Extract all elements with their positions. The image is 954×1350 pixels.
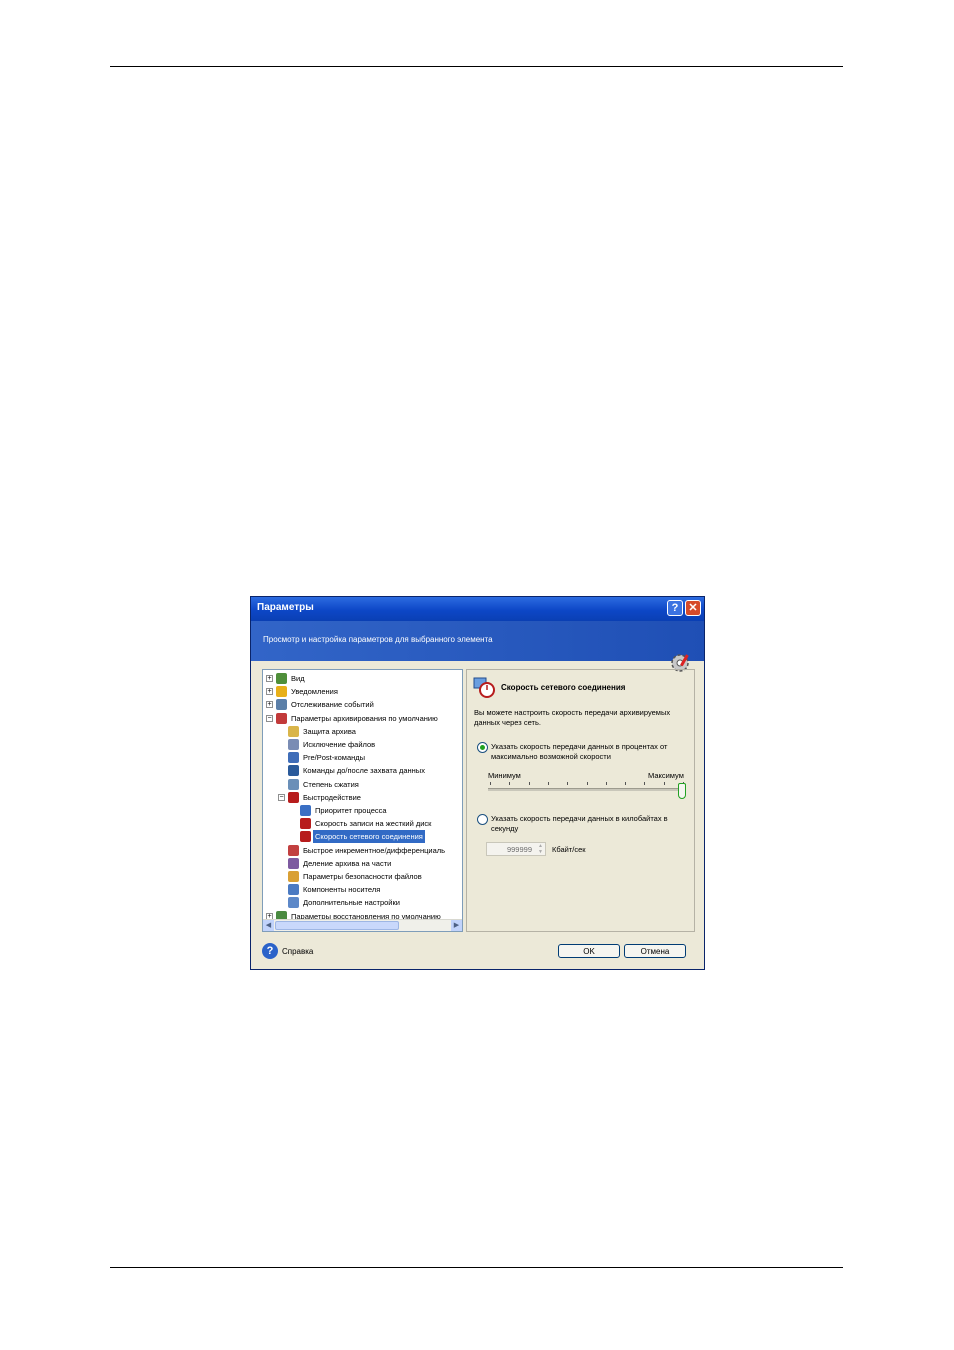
collapse-icon[interactable]: −: [266, 714, 273, 722]
banner-text: Просмотр и настройка параметров для выбр…: [263, 635, 493, 644]
dialog-banner: Просмотр и настройка параметров для выбр…: [251, 621, 704, 672]
slider-tick: [567, 782, 569, 785]
tree-horizontal-scrollbar[interactable]: ◀ ▶: [263, 919, 462, 931]
tree-item-icon: [276, 673, 287, 684]
tree-item-icon: [288, 765, 299, 777]
tree-item-label: Отслеживание событий: [291, 700, 374, 710]
tree-item-icon: [276, 699, 287, 711]
tree-item-icon: [300, 818, 311, 830]
tree-item-label: Скорость сетевого соединения: [313, 830, 425, 844]
slider-tick: [586, 782, 588, 785]
expand-icon[interactable]: +: [266, 688, 273, 696]
tree-item-label: Pre/Post-команды: [303, 753, 366, 763]
tree-item-label: Быстродействие: [303, 792, 361, 802]
tree-item-label: Вид: [291, 674, 305, 683]
tree-item-icon: [288, 778, 299, 790]
network-speed-icon: [473, 677, 495, 698]
tree-item-label: Исключение файлов: [303, 740, 376, 749]
tree-item-label: Степень сжатия: [303, 779, 359, 789]
tree-item-icon: [288, 897, 299, 909]
options-dialog: Параметры ? ✕ Просмотр и настройка парам…: [250, 596, 705, 970]
tree-item-icon: [300, 805, 311, 816]
network-speed-panel: Скорость сетевого соединения Вы можете н…: [466, 669, 695, 932]
ok-button[interactable]: OK: [558, 944, 620, 958]
slider-max-label: Максимум: [648, 771, 684, 780]
scroll-left-icon[interactable]: ◀: [263, 920, 274, 931]
kbps-speed-radio[interactable]: [477, 814, 488, 825]
slider-tick: [547, 782, 549, 785]
tree-item-label: Параметры безопасности файлов: [303, 872, 422, 881]
tree-item-icon: [288, 884, 299, 896]
percent-speed-radio[interactable]: [477, 742, 488, 753]
tree-item-icon: [288, 857, 299, 869]
slider-tick: [625, 782, 627, 785]
slider-tick: [528, 782, 530, 785]
help-title-button[interactable]: ?: [667, 600, 683, 616]
scroll-thumb[interactable]: [275, 921, 399, 930]
tree-item-icon: [300, 831, 311, 843]
slider-tick: [605, 782, 607, 785]
tree-item-label: Параметры архивирования по умолчанию: [291, 713, 438, 723]
tree-item-icon: [288, 739, 299, 750]
tree-item-label: Компоненты носителя: [303, 885, 381, 895]
tree-item-label: Быстрое инкрементное/дифференциаль: [303, 845, 446, 855]
percent-speed-label[interactable]: Указать скорость передачи данных в проце…: [491, 742, 696, 762]
tree-item-label: Уведомления: [291, 687, 338, 697]
settings-tree[interactable]: + Вид + Уведомления + Отслеживание событий − Па…: [262, 669, 463, 932]
expand-icon[interactable]: +: [266, 701, 273, 709]
page-header-rule: [110, 66, 843, 67]
page-footer-rule: [110, 1267, 843, 1268]
slider-min-label: Минимум: [488, 771, 521, 780]
expand-icon[interactable]: +: [266, 675, 273, 682]
kbps-spinner[interactable]: ▲ ▼: [536, 843, 545, 855]
tree-item-label: Приоритет процесса: [315, 806, 387, 815]
tree-item-label: Защита архива: [303, 726, 356, 736]
slider-tick: [644, 782, 646, 785]
dialog-title: Параметры: [257, 602, 314, 613]
tree-item-icon: [288, 752, 299, 764]
cancel-button[interactable]: Отмена: [624, 944, 686, 958]
dialog-titlebar: Параметры ? ✕: [251, 597, 704, 621]
kbps-speed-label[interactable]: Указать скорость передачи данных в килоб…: [491, 814, 696, 834]
slider-tick: [509, 782, 511, 785]
tree-item-icon: [288, 791, 299, 803]
tree-item-icon: [288, 725, 299, 737]
tree-item-icon: [276, 712, 287, 724]
scroll-right-icon[interactable]: ▶: [451, 920, 462, 931]
close-button[interactable]: ✕: [685, 600, 701, 616]
tree-item-icon: [288, 871, 299, 882]
help-link[interactable]: Справка: [282, 947, 313, 956]
tree-item-label: Скорость записи на жесткий диск: [315, 819, 432, 829]
tree-item-icon: [288, 844, 299, 856]
tree-item-label: Дополнительные настройки: [303, 898, 400, 908]
panel-title: Скорость сетевого соединения: [501, 683, 626, 692]
slider-tick: [663, 782, 665, 785]
help-icon[interactable]: ?: [262, 943, 278, 959]
kbps-unit-label: Кбайт/сек: [552, 845, 586, 854]
tree-item-icon: [276, 686, 287, 698]
slider-tick: [490, 782, 491, 785]
tree-item-label: Команды до/после захвата данных: [303, 766, 425, 776]
collapse-icon[interactable]: −: [278, 793, 285, 801]
panel-description: Вы можете настроить скорость передачи ар…: [474, 708, 671, 727]
speed-slider-track[interactable]: [488, 788, 685, 791]
speed-slider-thumb[interactable]: [678, 783, 686, 799]
tree-item-label: Деление архива на части: [303, 858, 392, 868]
